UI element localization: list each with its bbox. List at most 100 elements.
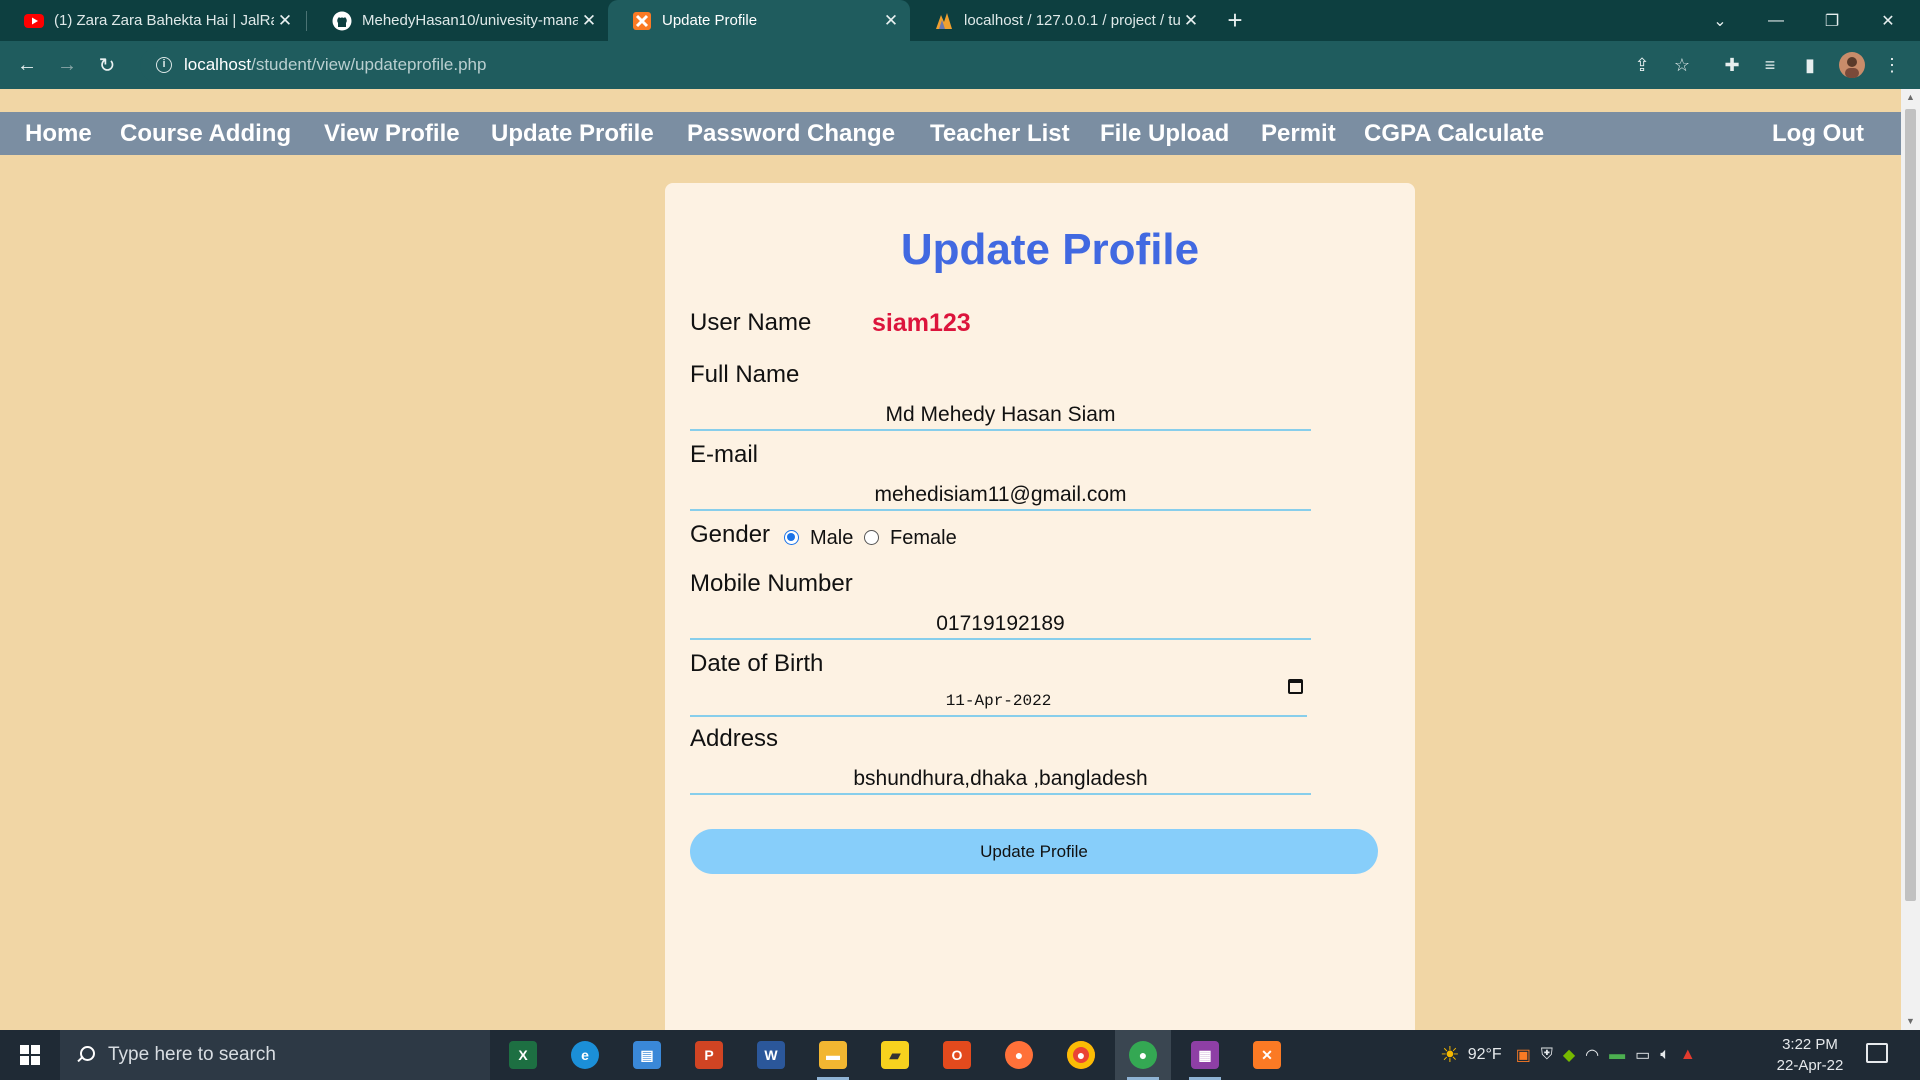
close-tab-icon[interactable]: ✕ [1180,10,1202,32]
tab-title: localhost / 127.0.0.1 / project / tu [964,12,1180,29]
dob-label: Date of Birth [690,650,824,677]
excel-icon[interactable]: X [495,1030,551,1080]
reload-icon[interactable]: ↻ [91,49,123,81]
new-tab-button[interactable]: + [1222,7,1248,34]
xampp-icon[interactable]: ✕ [1239,1030,1295,1080]
weather-temperature[interactable]: 92°F [1468,1046,1502,1064]
address-label: Address [690,725,779,752]
close-tab-icon[interactable]: ✕ [578,10,600,32]
email-field[interactable] [690,481,1311,511]
sticky-notes-icon[interactable]: ▰ [867,1030,923,1080]
winrar-icon[interactable]: ▦ [1177,1030,1233,1080]
notifications-icon[interactable] [1866,1043,1888,1063]
close-tab-icon[interactable]: ✕ [880,10,902,32]
mobile-label: Mobile Number [690,570,853,597]
forward-icon[interactable]: → [51,49,83,81]
minimize-button[interactable]: — [1748,0,1804,41]
weather-icon[interactable]: ☀ [1440,1042,1460,1068]
bookmark-star-icon[interactable]: ☆ [1668,51,1696,79]
menu-kebab-icon[interactable]: ⋮ [1878,51,1906,79]
calendar-icon[interactable] [1288,679,1303,694]
extensions-puzzle-icon[interactable]: ✚ [1718,51,1746,79]
scroll-down-arrow-icon[interactable]: ▼ [1905,1016,1916,1027]
nav-update-profile[interactable]: Update Profile [491,112,654,155]
defender-icon[interactable]: ▬ [1609,1046,1625,1064]
side-panel-icon[interactable]: ▮ [1796,51,1824,79]
username-value: siam123 [872,309,971,337]
word-icon[interactable]: W [743,1030,799,1080]
edge-icon[interactable]: e [557,1030,613,1080]
scrollbar-thumb[interactable] [1905,109,1916,901]
dob-field[interactable] [690,687,1307,717]
gender-female-label: Female [890,527,957,549]
chrome-profile-icon[interactable]: ● [1115,1030,1171,1080]
browser-toolbar: ← → ↻ i localhost/student/view/updatepro… [0,41,1920,89]
office-icon[interactable]: O [929,1030,985,1080]
gender-male-label: Male [810,527,854,549]
taskbar-search-box[interactable]: Type here to search [60,1030,490,1080]
tab-phpmyadmin[interactable]: localhost / 127.0.0.1 / project / tu ✕ [910,0,1210,41]
search-icon [76,1046,95,1064]
gender-label: Gender [690,521,771,548]
tab-separator [306,11,307,31]
email-label: E-mail [690,441,759,468]
clock-time: 3:22 PM [1782,1036,1838,1053]
xampp-icon [632,11,652,31]
acrobat-icon[interactable]: ▲ [1680,1046,1696,1064]
browser-tab-bar: (1) Zara Zara Bahekta Hai | JalRaj ✕ Meh… [0,0,1920,41]
nvidia-icon[interactable]: ◆ [1563,1045,1575,1065]
nav-home[interactable]: Home [25,112,92,155]
youtube-icon [24,11,44,31]
update-profile-button[interactable]: Update Profile [690,829,1378,874]
tab-youtube[interactable]: (1) Zara Zara Bahekta Hai | JalRaj ✕ [0,0,304,41]
nav-file-upload[interactable]: File Upload [1100,112,1229,155]
nav-view-profile[interactable]: View Profile [324,112,460,155]
scroll-up-arrow-icon[interactable]: ▲ [1905,92,1916,103]
windows-logo-icon [20,1045,40,1065]
username-label: User Name [690,309,812,336]
taskbar-clock[interactable]: 3:22 PM 22-Apr-22 [1770,1034,1850,1076]
system-tray: ☀ 92°F ▣ ⛨ ◆ ◠ ▬ ▭ 🔈︎ ▲ [1440,1030,1696,1080]
close-window-button[interactable]: ✕ [1860,0,1916,41]
address-bar[interactable]: i localhost/student/view/updateprofile.p… [140,47,1680,83]
profile-avatar[interactable] [1838,51,1866,79]
nav-teacher-list[interactable]: Teacher List [930,112,1070,155]
nav-course-adding[interactable]: Course Adding [120,112,291,155]
gender-female-radio[interactable] [864,530,879,545]
security-shield-icon[interactable]: ⛨ [1541,1046,1553,1064]
page-scrollbar[interactable]: ▲ ▼ [1901,89,1920,1030]
tab-github[interactable]: MehedyHasan10/univesity-mana ✕ [308,0,608,41]
tab-update-profile[interactable]: Update Profile ✕ [608,0,910,41]
nav-log-out[interactable]: Log Out [1772,112,1864,155]
address-field[interactable] [690,765,1311,795]
chrome-icon[interactable]: ● [1053,1030,1109,1080]
xampp-tray-icon[interactable]: ▣ [1516,1045,1531,1065]
windows-taskbar: Type here to search X e ▤ P W ▬ ▰ O ● ● … [0,1030,1920,1080]
file-explorer-icon[interactable]: ▬ [805,1030,861,1080]
top-navigation: Home Course Adding View Profile Update P… [0,112,1901,155]
site-info-icon[interactable]: i [156,57,172,73]
fullname-label: Full Name [690,361,800,388]
back-icon[interactable]: ← [11,49,43,81]
media-control-icon[interactable]: ≡ [1756,51,1784,79]
page-title: Update Profile [900,225,1200,274]
start-button[interactable] [0,1030,60,1080]
page-viewport: Home Course Adding View Profile Update P… [0,89,1901,1030]
nav-cgpa-calculate[interactable]: CGPA Calculate [1364,112,1544,155]
wifi-icon[interactable]: ◠ [1585,1045,1599,1065]
mobile-field[interactable] [690,610,1311,640]
news-icon[interactable]: ▤ [619,1030,675,1080]
tab-search-chevron-icon[interactable]: ⌄ [1692,0,1748,41]
close-tab-icon[interactable]: ✕ [274,10,296,32]
url-host: localhost [184,55,252,74]
nav-password-change[interactable]: Password Change [687,112,895,155]
volume-icon[interactable]: 🔈︎ [1660,1046,1670,1064]
battery-icon[interactable]: ▭ [1635,1045,1650,1065]
fullname-field[interactable] [690,401,1311,431]
nav-permit[interactable]: Permit [1261,112,1336,155]
share-icon[interactable]: ⇪ [1628,51,1656,79]
powerpoint-icon[interactable]: P [681,1030,737,1080]
gender-male-radio[interactable] [784,530,799,545]
restore-button[interactable]: ❐ [1804,0,1860,41]
firefox-icon[interactable]: ● [991,1030,1047,1080]
